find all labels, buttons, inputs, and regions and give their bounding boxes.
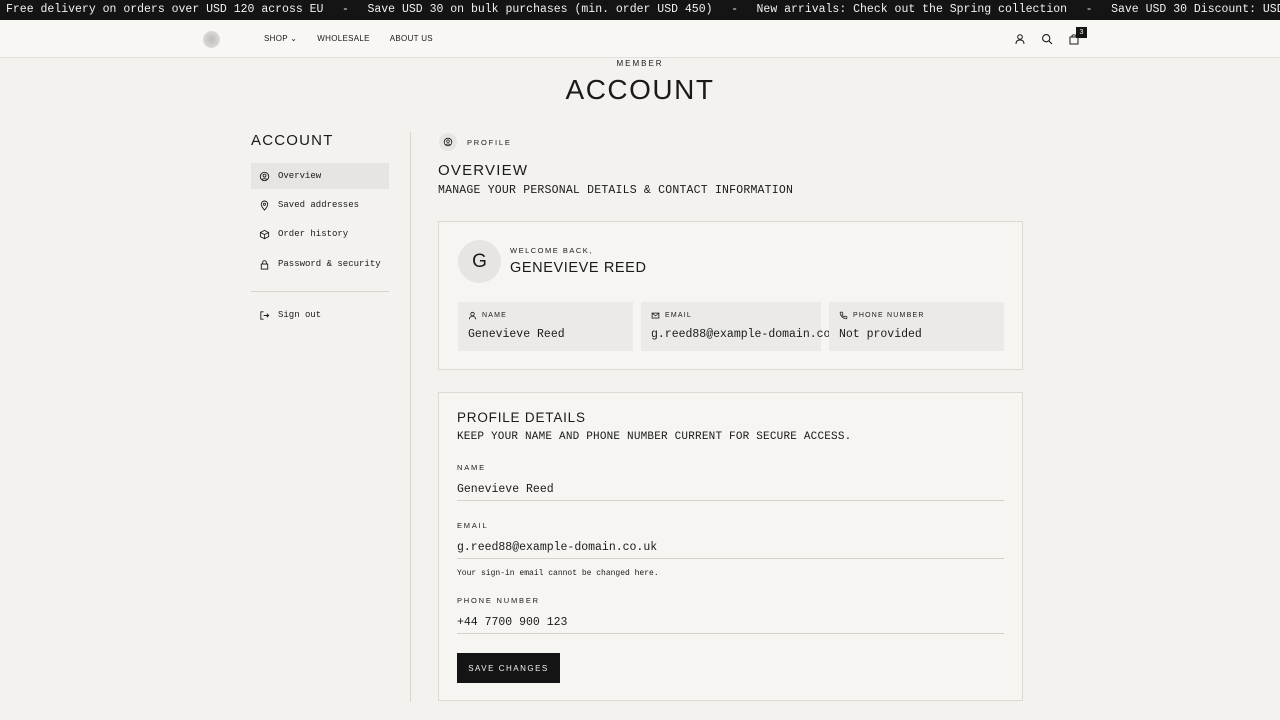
email-field-label: EMAIL: [457, 521, 489, 530]
info-label-row: EMAIL: [651, 311, 821, 320]
phone-icon: [839, 311, 848, 320]
nav-about-us[interactable]: ABOUT US: [390, 34, 433, 43]
announcement-separator: -: [731, 3, 738, 16]
save-changes-button[interactable]: SAVE CHANGES: [457, 653, 560, 683]
info-value: Genevieve Reed: [468, 328, 565, 341]
cart-count-badge: 3: [1076, 27, 1087, 38]
sidebar-divider: [251, 291, 389, 292]
sidebar-item-label: Order history: [278, 229, 349, 239]
welcome-label: WELCOME BACK,: [510, 246, 593, 255]
info-value: Not provided: [839, 328, 922, 341]
profile-details-subtitle: KEEP YOUR NAME AND PHONE NUMBER CURRENT …: [457, 431, 852, 443]
user-icon: [469, 311, 476, 320]
announcement-message: Save USD 30 on bulk purchases (min. orde…: [367, 3, 713, 16]
sidebar-item-label: Password & security: [278, 259, 381, 269]
breadcrumb: PROFILE: [467, 138, 512, 147]
info-label: NAME: [482, 312, 508, 319]
info-label-row: NAME: [468, 311, 633, 320]
section-subtitle: MANAGE YOUR PERSONAL DETAILS & CONTACT I…: [438, 184, 794, 197]
phone-field[interactable]: [457, 612, 1004, 634]
announcement-separator: -: [342, 3, 349, 16]
sidebar-item-order-history[interactable]: Order history: [251, 221, 389, 247]
info-value: g.reed88@example-domain.co.uk: [651, 328, 852, 341]
nav-shop-label: SHOP: [264, 34, 288, 43]
sidebar-item-overview[interactable]: Overview: [251, 163, 389, 189]
announcement-bar: Free delivery on orders over USD 120 acr…: [0, 0, 1280, 20]
announcement-separator: -: [1085, 3, 1093, 16]
sign-out-icon: [260, 310, 270, 320]
nav-wholesale[interactable]: WHOLESALE: [317, 34, 370, 43]
announcement-message: New arrivals: Check out the Spring colle…: [756, 3, 1068, 16]
search-icon[interactable]: [1041, 33, 1053, 45]
site-header: SHOP ⌄ WHOLESALE ABOUT US 3: [0, 20, 1280, 58]
profile-icon: [439, 133, 457, 151]
welcome-card: G WELCOME BACK, GENEVIEVE REED NAME Gene…: [438, 221, 1023, 370]
info-box-email: EMAIL g.reed88@example-domain.co.uk: [641, 302, 852, 351]
package-icon: [259, 229, 270, 239]
info-box-phone: PHONE NUMBER Not provided: [829, 302, 1004, 351]
user-icon[interactable]: [1014, 33, 1026, 45]
info-label: PHONE NUMBER: [853, 312, 925, 319]
sidebar-item-label: Overview: [278, 171, 322, 181]
profile-details-title: PROFILE DETAILS: [457, 410, 586, 425]
sidebar-item-label: Saved addresses: [278, 200, 360, 210]
lock-icon: [260, 259, 269, 270]
sidebar-title: ACCOUNT: [251, 132, 334, 149]
sign-out-label: Sign out: [278, 310, 322, 320]
sign-out-button[interactable]: Sign out: [251, 302, 389, 328]
user-name: GENEVIEVE REED: [510, 260, 647, 276]
info-box-name: NAME Genevieve Reed: [458, 302, 633, 351]
announcement-message: Free delivery on orders over USD 120 acr…: [6, 3, 324, 16]
content-divider: [410, 132, 411, 702]
name-field[interactable]: [457, 479, 1004, 501]
main-nav: SHOP ⌄ WHOLESALE ABOUT US: [264, 34, 433, 43]
overview-icon: [259, 171, 270, 181]
profile-details-card: PROFILE DETAILS KEEP YOUR NAME AND PHONE…: [438, 392, 1023, 701]
location-pin-icon: [260, 200, 269, 211]
sidebar-item-password-security[interactable]: Password & security: [251, 251, 389, 277]
announcement-message: Save USD 30 Discount: USD 30 off your fi…: [1111, 3, 1280, 16]
info-label: EMAIL: [665, 312, 693, 319]
sidebar-item-saved-addresses[interactable]: Saved addresses: [251, 192, 389, 218]
phone-field-label: PHONE NUMBER: [457, 596, 540, 605]
email-field[interactable]: [457, 537, 1004, 559]
chevron-down-icon: ⌄: [290, 34, 298, 43]
mail-icon: [651, 312, 660, 319]
info-label-row: PHONE NUMBER: [839, 311, 1004, 320]
page-title: ACCOUNT: [565, 74, 715, 105]
email-field-note: Your sign-in email cannot be changed her…: [457, 569, 659, 578]
avatar: G: [458, 240, 501, 283]
page-kicker: MEMBER: [616, 59, 664, 68]
name-field-label: NAME: [457, 463, 486, 472]
nav-shop[interactable]: SHOP ⌄: [264, 34, 297, 43]
section-title: OVERVIEW: [438, 162, 529, 179]
brand-logo[interactable]: [203, 31, 220, 48]
